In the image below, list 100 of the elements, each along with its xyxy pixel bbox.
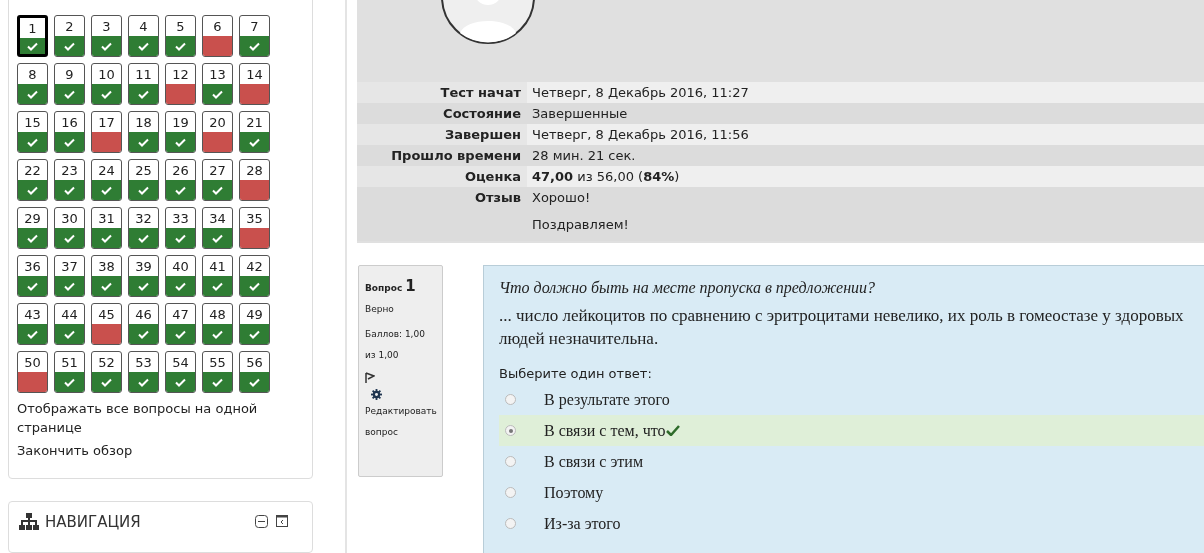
question-number-button[interactable]: 14 <box>239 63 270 105</box>
question-number-button[interactable]: 38 <box>91 255 122 297</box>
answer-option[interactable]: В результате этого <box>499 384 1204 415</box>
question-number-button[interactable]: 35 <box>239 207 270 249</box>
check-icon <box>138 137 149 147</box>
radio-button[interactable] <box>505 487 516 498</box>
check-icon <box>101 377 112 387</box>
edit-question-link[interactable]: Редактировать вопрос <box>365 401 437 443</box>
question-number-button[interactable]: 18 <box>128 111 159 153</box>
question-number-button[interactable]: 34 <box>202 207 233 249</box>
question-number-button[interactable]: 46 <box>128 303 159 345</box>
check-icon <box>101 233 112 243</box>
radio-button[interactable] <box>505 456 516 467</box>
question-number-button[interactable]: 17 <box>91 111 122 153</box>
answer-label: Из-за этого <box>544 513 621 534</box>
question-number-button[interactable]: 28 <box>239 159 270 201</box>
check-icon <box>138 185 149 195</box>
check-icon <box>138 233 149 243</box>
collapse-icon[interactable] <box>255 515 268 528</box>
question-number-button[interactable]: 24 <box>91 159 122 201</box>
flag-icon[interactable] <box>365 372 375 383</box>
question-number-button[interactable]: 25 <box>128 159 159 201</box>
question-number-button[interactable]: 20 <box>202 111 233 153</box>
question-number-button[interactable]: 27 <box>202 159 233 201</box>
check-icon <box>101 41 112 51</box>
question-number-button[interactable]: 9 <box>54 63 85 105</box>
question-grade: Баллов: 1,00 из 1,00 <box>365 328 426 362</box>
question-number-button[interactable]: 4 <box>128 15 159 57</box>
check-icon <box>64 233 75 243</box>
check-icon <box>212 329 223 339</box>
dock-icon[interactable] <box>276 515 288 527</box>
review-link[interactable]: Закончить обзор <box>17 441 304 460</box>
radio-button[interactable] <box>505 394 516 405</box>
question-number-button[interactable]: 37 <box>54 255 85 297</box>
question-number-button[interactable]: 54 <box>165 351 196 393</box>
question-number-button[interactable]: 2 <box>54 15 85 57</box>
question-number-button[interactable]: 36 <box>17 255 48 297</box>
check-icon <box>212 89 223 99</box>
check-icon <box>138 377 149 387</box>
question-number-button[interactable]: 6 <box>202 15 233 57</box>
summary-value: 47,00 из 56,00 (84%) <box>532 168 680 186</box>
question-text: ... число лейкоцитов по сравнению с эритроцитами невелико, их роль в гомеостазе у здоровых людей незначительна. <box>499 305 1185 350</box>
question-number-button[interactable]: 30 <box>54 207 85 249</box>
check-icon <box>64 185 75 195</box>
question-number-button[interactable]: 29 <box>17 207 48 249</box>
answer-option[interactable]: Поэтому <box>499 477 1204 508</box>
question-number-button[interactable]: 26 <box>165 159 196 201</box>
question-number-button[interactable]: 21 <box>239 111 270 153</box>
question-number-button[interactable]: 42 <box>239 255 270 297</box>
question-number-button[interactable]: 49 <box>239 303 270 345</box>
question-number-button[interactable]: 43 <box>17 303 48 345</box>
check-icon <box>138 329 149 339</box>
check-icon <box>212 185 223 195</box>
question-number-button[interactable]: 39 <box>128 255 159 297</box>
question-number-button[interactable]: 15 <box>17 111 48 153</box>
question-number-button[interactable]: 53 <box>128 351 159 393</box>
question-number-button[interactable]: 45 <box>91 303 122 345</box>
summary-value: Завершенные <box>532 105 628 123</box>
check-icon <box>175 185 186 195</box>
radio-button[interactable] <box>505 518 516 529</box>
answer-option[interactable]: В связи с тем, что <box>499 415 1204 446</box>
question-number-button[interactable]: 16 <box>54 111 85 153</box>
check-icon <box>175 377 186 387</box>
question-number-button[interactable]: 22 <box>17 159 48 201</box>
radio-button[interactable] <box>505 425 516 436</box>
summary-label: Оценка <box>464 169 521 184</box>
question-number-button[interactable]: 55 <box>202 351 233 393</box>
question-number-button[interactable]: 5 <box>165 15 196 57</box>
question-number-button[interactable]: 47 <box>165 303 196 345</box>
summary-value: Четверг, 8 Декабрь 2016, 11:27 <box>532 84 749 102</box>
question-number-button[interactable]: 32 <box>128 207 159 249</box>
question-number-button[interactable]: 56 <box>239 351 270 393</box>
question-number-button[interactable]: 8 <box>17 63 48 105</box>
check-icon <box>212 281 223 291</box>
question-number-button[interactable]: 12 <box>165 63 196 105</box>
summary-value: Поздравляем! <box>532 216 629 234</box>
question-number-button[interactable]: 7 <box>239 15 270 57</box>
review-link[interactable]: Отображать все вопросы на одной странице <box>17 399 304 437</box>
check-icon <box>64 89 75 99</box>
question-number-button[interactable]: 48 <box>202 303 233 345</box>
check-icon <box>64 377 75 387</box>
summary-label: Состояние <box>443 106 521 121</box>
question-number-button[interactable]: 10 <box>91 63 122 105</box>
question-number-button[interactable]: 50 <box>17 351 48 393</box>
question-number-button[interactable]: 19 <box>165 111 196 153</box>
question-number-button[interactable]: 40 <box>165 255 196 297</box>
question-number-button[interactable]: 3 <box>91 15 122 57</box>
question-number-button[interactable]: 33 <box>165 207 196 249</box>
question-number-button[interactable]: 52 <box>91 351 122 393</box>
question-number-button[interactable]: 23 <box>54 159 85 201</box>
question-number-button[interactable]: 31 <box>91 207 122 249</box>
question-number-button[interactable]: 51 <box>54 351 85 393</box>
summary-label: Завершен <box>445 127 521 142</box>
answer-option[interactable]: Из-за этого <box>499 508 1204 539</box>
question-number-button[interactable]: 44 <box>54 303 85 345</box>
question-number-button[interactable]: 11 <box>128 63 159 105</box>
answer-option[interactable]: В связи с этим <box>499 446 1204 477</box>
question-number-button[interactable]: 1 <box>17 15 48 57</box>
question-number-button[interactable]: 13 <box>202 63 233 105</box>
question-number-button[interactable]: 41 <box>202 255 233 297</box>
